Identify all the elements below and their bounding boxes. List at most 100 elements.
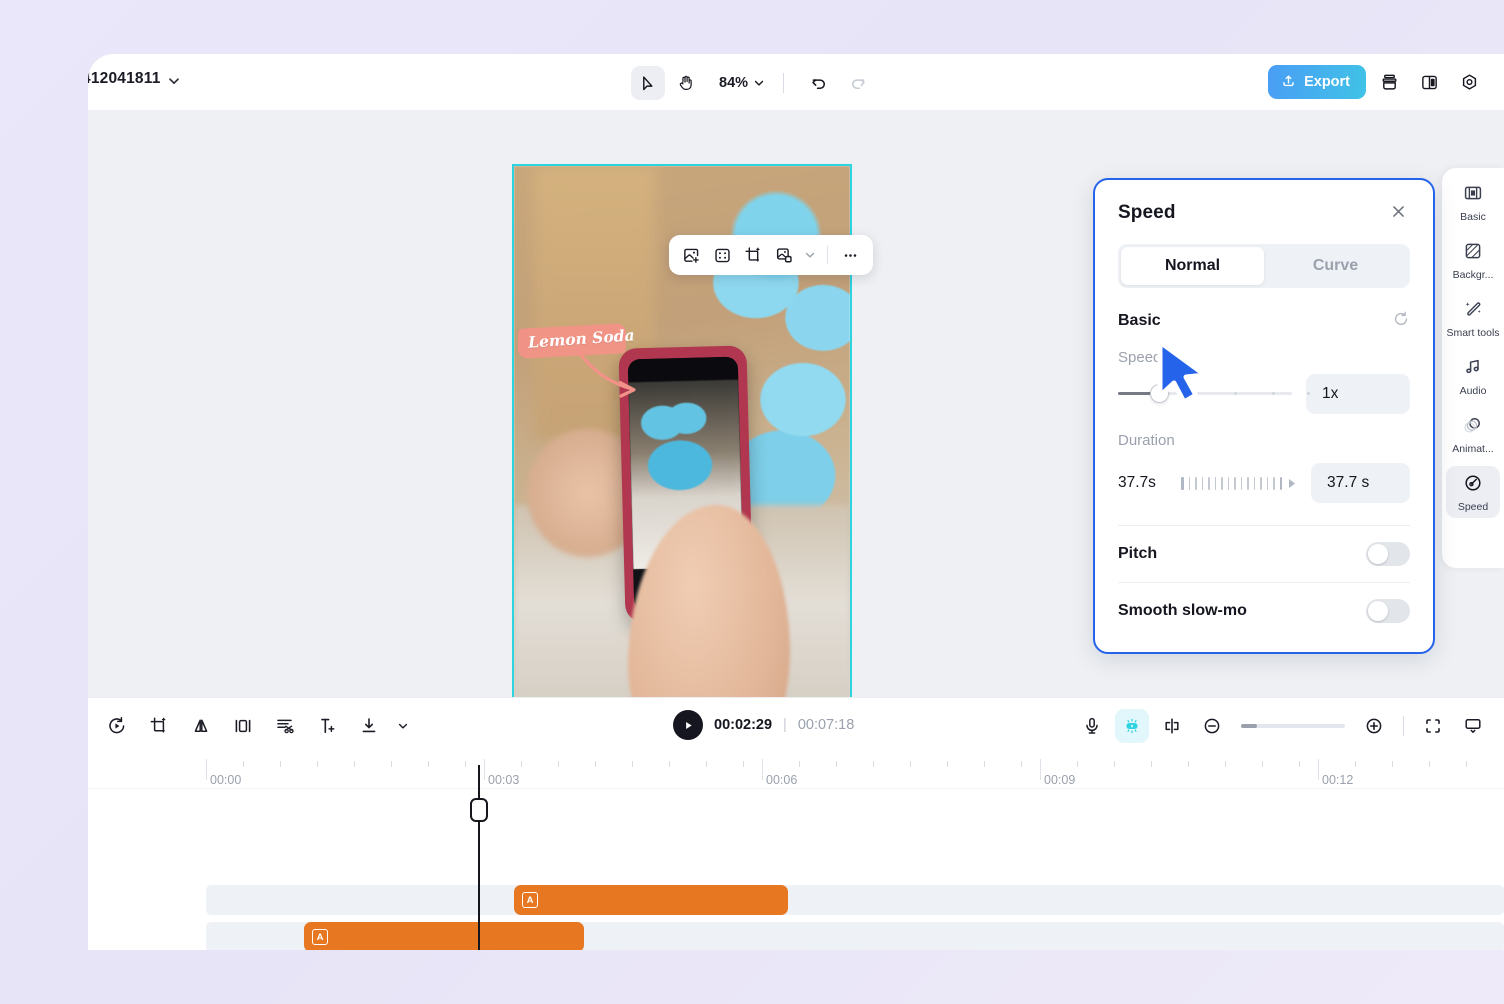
image-mask-icon[interactable] bbox=[772, 241, 797, 269]
basic-section-header: Basic bbox=[1118, 310, 1410, 331]
duration-slider-row: 37.7s 37.7 s bbox=[1118, 463, 1410, 503]
speed-panel: Speed Normal Curve Basic Speed 1x Durati… bbox=[1093, 178, 1435, 654]
split-view-button[interactable] bbox=[1412, 65, 1446, 99]
text-clip-2[interactable]: A bbox=[304, 922, 584, 950]
magic-wand-icon bbox=[1463, 299, 1483, 324]
crop-icon[interactable] bbox=[142, 709, 176, 743]
duration-ticks[interactable] bbox=[1181, 473, 1297, 493]
speed-field-label: Speed bbox=[1118, 349, 1162, 366]
sidebar-item-audio[interactable]: Audio bbox=[1446, 350, 1500, 402]
microphone-icon[interactable] bbox=[1075, 709, 1109, 743]
project-dropdown-chevron-icon[interactable] bbox=[167, 74, 181, 93]
smooth-slow-mo-toggle[interactable] bbox=[1366, 599, 1410, 623]
project-title[interactable]: 412041811 bbox=[88, 70, 161, 88]
sidebar-item-background[interactable]: Backgr... bbox=[1446, 234, 1500, 286]
text-clip-1[interactable]: A bbox=[514, 885, 788, 915]
speed-slider[interactable] bbox=[1118, 381, 1310, 407]
zoom-level-value: 84% bbox=[719, 75, 749, 91]
speed-value-input[interactable]: 1x bbox=[1306, 374, 1410, 414]
toolbar-divider bbox=[783, 73, 785, 93]
settings-button[interactable] bbox=[1452, 65, 1486, 99]
pitch-label: Pitch bbox=[1118, 545, 1158, 562]
speed-slider-row: 1x bbox=[1118, 374, 1410, 414]
canvas-stage[interactable]: Lemon Soda Speed Normal Curve Basic Spee… bbox=[88, 110, 1504, 757]
timeline-tools-left bbox=[100, 709, 412, 743]
sidebar-item-label: Basic bbox=[1460, 211, 1486, 223]
select-tool-button[interactable] bbox=[631, 66, 665, 100]
rotate-icon[interactable] bbox=[100, 709, 134, 743]
timeline-zoom-slider[interactable] bbox=[1241, 724, 1345, 728]
hand-tool-button[interactable] bbox=[669, 66, 703, 100]
tab-curve[interactable]: Curve bbox=[1264, 247, 1407, 285]
sidebar-item-label: Backgr... bbox=[1452, 269, 1494, 282]
text-clip-badge: A bbox=[312, 929, 328, 945]
split-clip-icon[interactable] bbox=[1155, 709, 1189, 743]
export-label: Export bbox=[1304, 74, 1350, 90]
sidebar-item-smart-tools[interactable]: Smart tools bbox=[1446, 292, 1500, 344]
ruler-label: 00:12 bbox=[1322, 773, 1354, 787]
duration-value-input[interactable]: 37.7 s bbox=[1311, 463, 1410, 503]
layers-button[interactable] bbox=[1372, 65, 1406, 99]
ruler-label: 00:03 bbox=[488, 773, 520, 787]
more-horizontal-icon[interactable] bbox=[838, 241, 863, 269]
speed-tick bbox=[1196, 392, 1199, 395]
export-button[interactable]: Export bbox=[1268, 65, 1366, 99]
timeline-toolbar: 00:02:29 | 00:07:18 bbox=[88, 697, 1504, 753]
track-lane-1[interactable] bbox=[206, 885, 1504, 915]
duration-field-label: Duration bbox=[1118, 432, 1175, 449]
display-icon[interactable] bbox=[1456, 709, 1490, 743]
top-bar: 412041811 84% Export bbox=[88, 54, 1504, 110]
speed-tick bbox=[1272, 392, 1275, 395]
split-remove-icon[interactable] bbox=[268, 709, 302, 743]
ai-captions-button[interactable] bbox=[1115, 709, 1149, 743]
download-icon[interactable] bbox=[352, 709, 386, 743]
speed-slider-knob[interactable] bbox=[1150, 384, 1169, 403]
crop-icon[interactable] bbox=[741, 241, 766, 269]
smooth-slow-mo-row: Smooth slow-mo bbox=[1118, 583, 1410, 639]
sidebar-item-animation[interactable]: Animat... bbox=[1446, 408, 1500, 460]
filmstrip-icon bbox=[1463, 183, 1483, 208]
basic-section-title: Basic bbox=[1118, 311, 1161, 329]
canvas-toolbar-chevron-down-icon[interactable] bbox=[803, 241, 817, 269]
tab-normal[interactable]: Normal bbox=[1121, 247, 1264, 285]
fit-screen-icon[interactable] bbox=[710, 241, 735, 269]
speed-tick bbox=[1234, 392, 1237, 395]
canvas-floating-toolbar bbox=[669, 235, 873, 275]
fullscreen-icon[interactable] bbox=[1416, 709, 1450, 743]
playback-controls: 00:02:29 | 00:07:18 bbox=[673, 710, 854, 740]
top-right-tool-group: Export bbox=[1268, 65, 1486, 99]
image-add-icon[interactable] bbox=[679, 241, 704, 269]
ruler-label: 00:09 bbox=[1044, 773, 1076, 787]
app-window: 412041811 84% Export Lemon Soda Speed No… bbox=[88, 54, 1504, 950]
play-button[interactable] bbox=[673, 710, 703, 740]
playhead-handle[interactable] bbox=[470, 798, 488, 822]
center-tool-group: 84% bbox=[631, 64, 874, 102]
timeline[interactable]: 00:00 00:03 00:06 00:09 00:12 A A bbox=[88, 753, 1504, 950]
sidebar-item-label: Audio bbox=[1459, 385, 1487, 398]
sidebar-item-label: Speed bbox=[1457, 501, 1489, 514]
undo-button[interactable] bbox=[802, 66, 836, 100]
timeline-toolbar-divider bbox=[1403, 716, 1404, 736]
pitch-toggle[interactable] bbox=[1366, 542, 1410, 566]
canvas-toolbar-divider bbox=[827, 246, 829, 264]
zoom-in-icon[interactable] bbox=[1357, 709, 1391, 743]
duration-min-value: 37.7s bbox=[1118, 474, 1156, 491]
redo-button[interactable] bbox=[840, 66, 874, 100]
zoom-level-control[interactable]: 84% bbox=[719, 75, 765, 91]
zoom-out-icon[interactable] bbox=[1195, 709, 1229, 743]
mirror-icon[interactable] bbox=[226, 709, 260, 743]
close-icon[interactable] bbox=[1387, 200, 1410, 226]
overlay-arrow-icon bbox=[574, 346, 636, 398]
screen-root: 412041811 84% Export Lemon Soda Speed No… bbox=[0, 0, 1504, 1004]
timeline-tools-right bbox=[1075, 709, 1490, 743]
speed-panel-title: Speed bbox=[1118, 202, 1176, 223]
speed-tick bbox=[1307, 392, 1310, 395]
speedometer-icon bbox=[1463, 473, 1483, 498]
split-add-icon[interactable] bbox=[310, 709, 344, 743]
sidebar-item-basic[interactable]: Basic bbox=[1446, 176, 1500, 228]
download-chevron-down-icon[interactable] bbox=[394, 709, 412, 743]
flip-icon[interactable] bbox=[184, 709, 218, 743]
zoom-chevron-down-icon bbox=[754, 80, 764, 86]
sidebar-item-speed[interactable]: Speed bbox=[1446, 466, 1500, 519]
reset-icon[interactable] bbox=[1392, 310, 1410, 331]
